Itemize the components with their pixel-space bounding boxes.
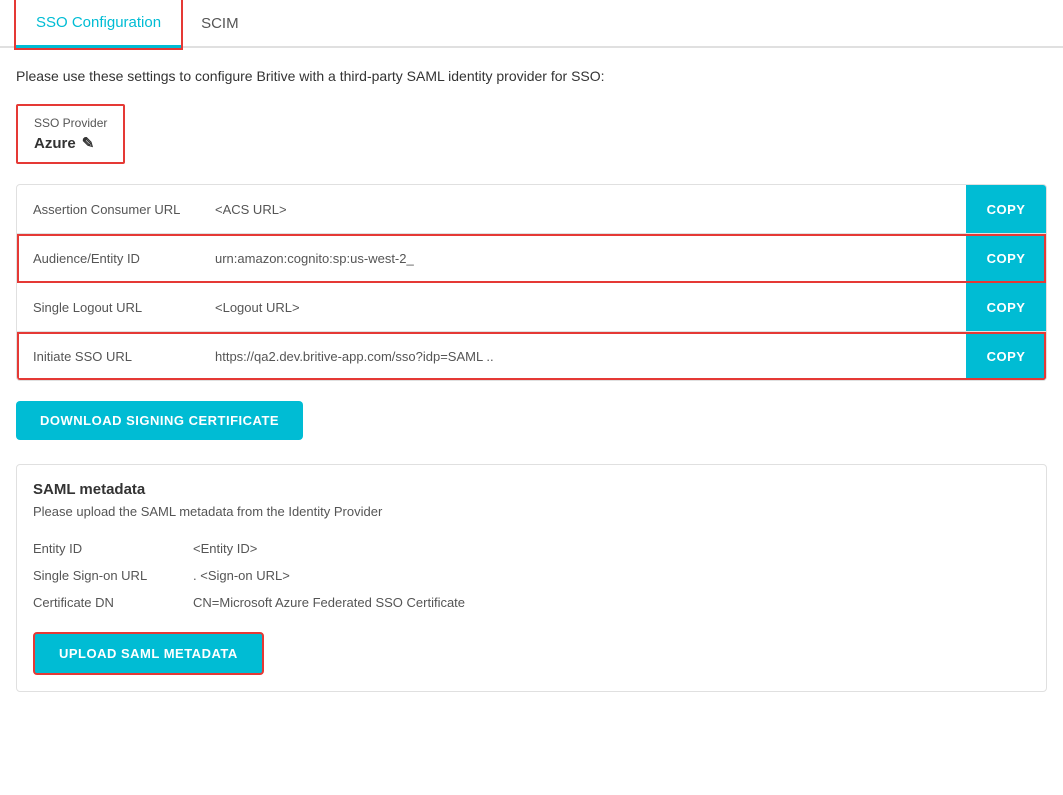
saml-metadata-description: Please upload the SAML metadata from the… bbox=[33, 504, 1030, 519]
logout-copy-button[interactable]: COPY bbox=[966, 283, 1046, 331]
audience-entity-id-row: Audience/Entity ID urn:amazon:cognito:sp… bbox=[17, 234, 1046, 283]
audience-entity-id-label: Audience/Entity ID bbox=[17, 239, 207, 278]
logout-url-label: Single Logout URL bbox=[17, 288, 207, 327]
audience-copy-button[interactable]: COPY bbox=[966, 234, 1046, 282]
sign-on-url-field-value: . <Sign-on URL> bbox=[193, 568, 290, 583]
initiate-sso-url-row: Initiate SSO URL https://qa2.dev.britive… bbox=[17, 332, 1046, 380]
main-content: Please use these settings to configure B… bbox=[0, 48, 1063, 712]
sso-provider-name: Azure bbox=[34, 135, 76, 152]
saml-metadata-section: SAML metadata Please upload the SAML met… bbox=[16, 464, 1047, 692]
entity-id-field-row: Entity ID <Entity ID> bbox=[33, 535, 1030, 562]
download-signing-certificate-button[interactable]: DOWNLOAD SIGNING CERTIFICATE bbox=[16, 401, 303, 440]
initiate-sso-url-value: https://qa2.dev.britive-app.com/sso?idp=… bbox=[207, 337, 966, 376]
sign-on-url-field-label: Single Sign-on URL bbox=[33, 568, 193, 583]
acs-url-value: <ACS URL> bbox=[207, 190, 966, 229]
certificate-dn-field-row: Certificate DN CN=Microsoft Azure Federa… bbox=[33, 589, 1030, 616]
url-rows-container: Assertion Consumer URL <ACS URL> COPY Au… bbox=[16, 184, 1047, 381]
audience-entity-id-value: urn:amazon:cognito:sp:us-west-2_ bbox=[207, 239, 966, 278]
saml-metadata-title: SAML metadata bbox=[33, 481, 1030, 498]
certificate-dn-field-value: CN=Microsoft Azure Federated SSO Certifi… bbox=[193, 595, 465, 610]
logout-url-value: <Logout URL> bbox=[207, 288, 966, 327]
intro-description: Please use these settings to configure B… bbox=[16, 68, 1047, 84]
sso-provider-box: SSO Provider Azure ✎ bbox=[16, 104, 125, 164]
tab-scim[interactable]: SCIM bbox=[181, 0, 259, 46]
acs-url-row: Assertion Consumer URL <ACS URL> COPY bbox=[17, 185, 1046, 234]
page-container: SSO Configuration SCIM Please use these … bbox=[0, 0, 1063, 795]
acs-copy-button[interactable]: COPY bbox=[966, 185, 1046, 233]
certificate-dn-field-label: Certificate DN bbox=[33, 595, 193, 610]
sso-provider-value: Azure ✎ bbox=[34, 134, 107, 152]
sign-on-url-field-row: Single Sign-on URL . <Sign-on URL> bbox=[33, 562, 1030, 589]
entity-id-field-label: Entity ID bbox=[33, 541, 193, 556]
acs-url-label: Assertion Consumer URL bbox=[17, 190, 207, 229]
edit-icon[interactable]: ✎ bbox=[82, 134, 95, 152]
initiate-sso-url-label: Initiate SSO URL bbox=[17, 337, 207, 376]
tabs-bar: SSO Configuration SCIM bbox=[0, 0, 1063, 48]
initiate-copy-button[interactable]: COPY bbox=[966, 332, 1046, 380]
upload-saml-metadata-button[interactable]: UPLOAD SAML METADATA bbox=[33, 632, 264, 675]
entity-id-field-value: <Entity ID> bbox=[193, 541, 257, 556]
logout-url-row: Single Logout URL <Logout URL> COPY bbox=[17, 283, 1046, 332]
saml-fields: Entity ID <Entity ID> Single Sign-on URL… bbox=[33, 535, 1030, 616]
tab-sso-configuration[interactable]: SSO Configuration bbox=[16, 0, 181, 48]
sso-provider-label: SSO Provider bbox=[34, 116, 107, 130]
